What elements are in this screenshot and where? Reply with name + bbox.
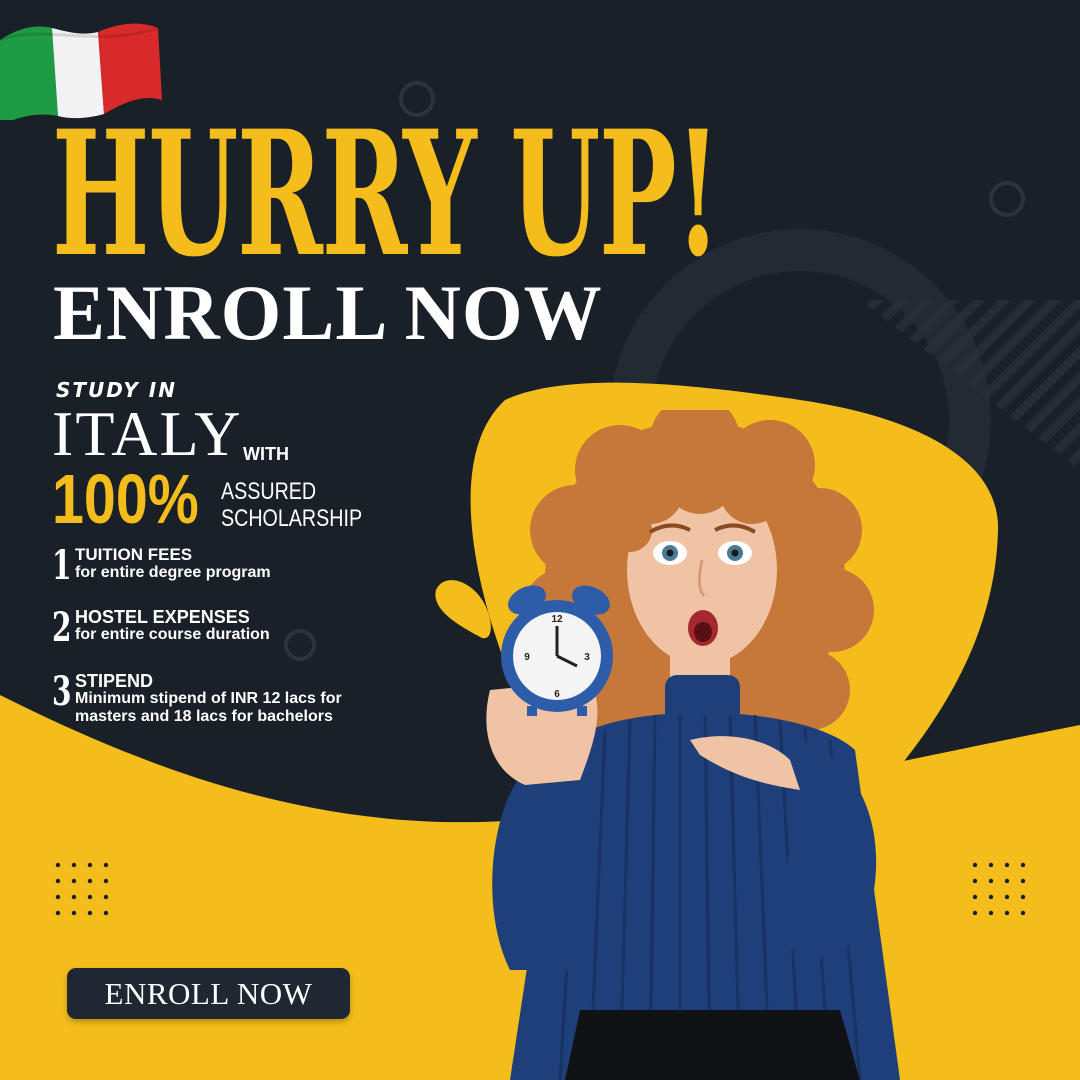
with-label: WITH (243, 444, 289, 464)
enroll-now-button[interactable]: ENROLL NOW (67, 968, 350, 1019)
woman-with-clock-illustration (486, 410, 900, 1080)
benefit-title: STIPEND (75, 671, 154, 691)
decorative-circle (989, 181, 1025, 217)
scholarship-percent: 100% (52, 460, 199, 538)
benefit-number: 2 (52, 604, 72, 651)
subheadline: ENROLL NOW (53, 269, 603, 356)
alarm-clock-icon: 12 3 6 9 (501, 585, 613, 716)
benefit-title: TUITION FEES (75, 545, 193, 564)
benefit-number: 1 (52, 542, 72, 589)
benefit-description: Minimum stipend of INR 12 lacs for (75, 690, 342, 707)
svg-text:6: 6 (554, 689, 560, 700)
benefit-description: for entire course duration (75, 626, 270, 643)
svg-text:12: 12 (551, 614, 563, 625)
scholarship-text: SCHOLARSHIP (221, 505, 363, 532)
headline: HURRY UP! (52, 92, 721, 295)
benefit-description: masters and 18 lacs for bachelors (75, 708, 333, 725)
assured-text: ASSURED (221, 478, 317, 505)
svg-text:3: 3 (584, 652, 590, 663)
svg-text:9: 9 (524, 652, 530, 663)
poster: HURRY UP! ENROLL NOW STUDY IN ITALY WITH… (0, 0, 1080, 1080)
decorative-circle (284, 629, 316, 661)
benefit-description: for entire degree program (75, 564, 271, 581)
scholarship-label: ASSURED SCHOLARSHIP (221, 478, 362, 532)
country-name: ITALY (52, 398, 243, 469)
benefit-number: 3 (52, 668, 72, 715)
benefit-title: HOSTEL EXPENSES (75, 607, 250, 627)
